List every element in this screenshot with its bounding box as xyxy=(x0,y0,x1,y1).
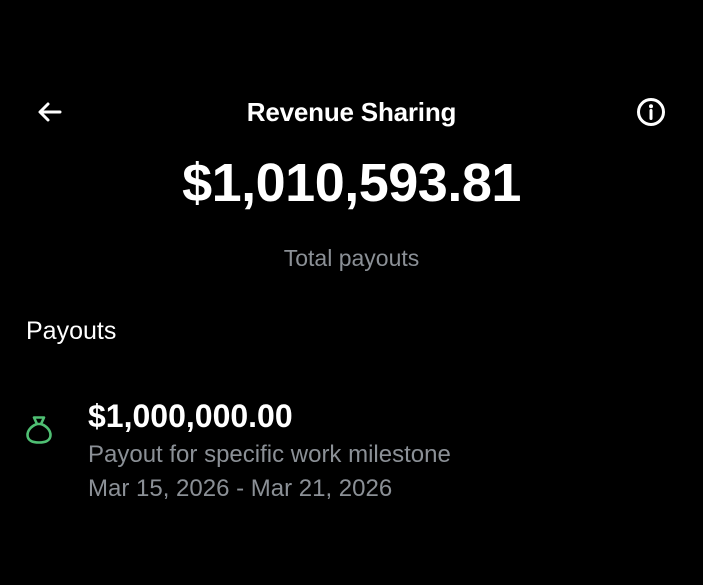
back-button[interactable] xyxy=(30,94,70,130)
payout-amount: $1,000,000.00 xyxy=(88,398,293,434)
arrow-left-icon xyxy=(38,102,62,122)
money-bag-icon xyxy=(22,412,56,446)
payouts-section-title: Payouts xyxy=(26,317,117,345)
top-bar: Revenue Sharing xyxy=(0,88,703,136)
page-title: Revenue Sharing xyxy=(246,97,457,127)
info-circle-icon xyxy=(637,98,665,126)
info-button[interactable] xyxy=(633,94,669,130)
total-payout-amount: $1,010,593.81 xyxy=(182,153,521,213)
payout-list-item[interactable]: $1,000,000.00 Payout for specific work m… xyxy=(0,394,703,510)
payout-date-range: Mar 15, 2026 - Mar 21, 2026 xyxy=(88,475,393,502)
total-payout-label: Total payouts xyxy=(283,245,420,271)
payout-description: Payout for specific work milestone xyxy=(88,441,451,468)
